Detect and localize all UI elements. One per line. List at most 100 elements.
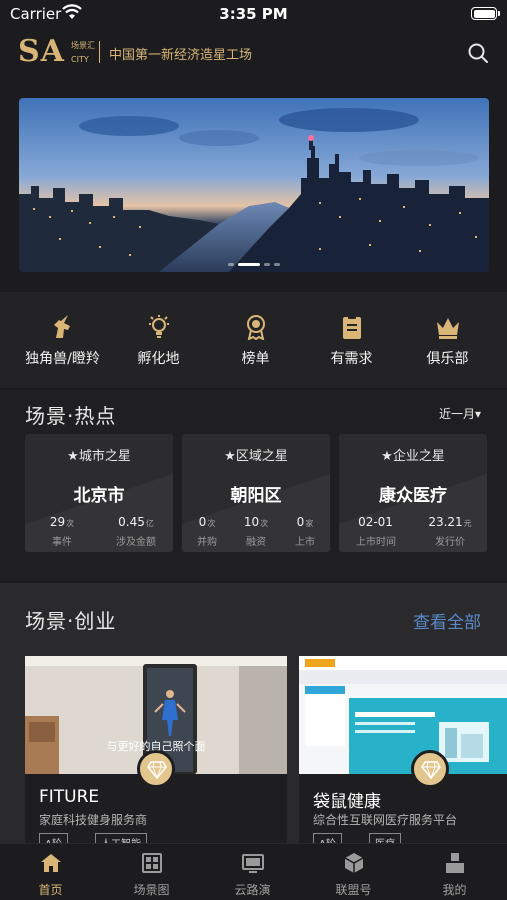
hot-card-city[interactable]: ★城市之星 北京市 29次 事件 0.45亿 涉及金额 [25, 434, 173, 552]
carousel-indicator [19, 263, 489, 266]
tab-profile[interactable]: 我的 [404, 852, 505, 898]
stat-unit: 次 [207, 519, 216, 528]
stat-value: 0.45 [118, 515, 145, 529]
person-icon [445, 853, 464, 873]
card-kicker: ★企业之星 [381, 449, 445, 464]
card-kicker: ★区域之星 [224, 449, 288, 464]
startup-card-daishu[interactable]: 袋鼠健康 综合性互联网医疗服务平台 A轮 医疗 [299, 656, 507, 851]
battery-icon [471, 7, 500, 20]
search-icon[interactable] [467, 42, 489, 64]
stat: 0.45亿 涉及金额 [99, 515, 173, 548]
carousel-dot[interactable] [274, 263, 280, 266]
stat-value: 23.21 [428, 515, 463, 529]
stat-label: 并购 [197, 537, 217, 548]
startup-card-fiture[interactable]: 与更好的自己照个面 FITURE 家庭科技健身服务商 A轮 人工智能 [25, 656, 287, 851]
logo[interactable]: SA [18, 34, 65, 69]
tab-scene-map[interactable]: 场景图 [101, 852, 202, 898]
card-name: 朝阳区 [230, 486, 282, 506]
hot-card-district[interactable]: ★区域之星 朝阳区 0次 并购 10次 融资 0家 上市 [182, 434, 330, 552]
diamond-icon [147, 761, 167, 779]
carousel-dot[interactable] [264, 263, 270, 266]
slogan: 中国第一新经济造星工场 [109, 48, 253, 63]
card-name: 康众医疗 [379, 486, 447, 506]
logo-divider [99, 41, 100, 63]
cube-icon [344, 853, 363, 873]
lightbulb-icon [148, 315, 169, 338]
section-title-hot: 场景·热点 [25, 404, 117, 428]
startup-section: 场景·创业 查看全部 与更好的自己照个面 FITURE 家庭科技健身服务商 袋鼠… [0, 583, 507, 851]
tab-label: 云路演 [234, 883, 271, 897]
stat-value: 02-01 [358, 515, 393, 529]
card-name: 北京市 [73, 486, 125, 506]
stat-label: 融资 [246, 537, 266, 548]
menu-label: 孵化地 [137, 351, 180, 367]
grid-icon [141, 853, 162, 873]
banner-carousel[interactable] [19, 98, 489, 272]
stat-label: 涉及金额 [116, 537, 156, 548]
hot-section: 场景·热点 近一月▾ ★城市之星 北京市 29次 事件 0.45亿 涉及金额 ★… [0, 390, 507, 580]
diamond-icon [421, 761, 441, 779]
startup-desc: 综合性互联网医疗服务平台 [313, 813, 458, 827]
menu-item-ranking[interactable]: 榜单 [205, 314, 306, 368]
crown-icon [436, 318, 459, 339]
menu-item-demand[interactable]: 有需求 [301, 314, 402, 368]
menu-label: 独角兽/瞪羚 [25, 351, 100, 367]
stat-unit: 家 [305, 519, 314, 528]
stat: 0家 上市 [282, 515, 328, 548]
carousel-dot-active[interactable] [238, 263, 260, 266]
diamond-badge [137, 750, 175, 788]
menu-label: 有需求 [330, 351, 373, 367]
stat-label: 发行价 [435, 537, 465, 548]
stat: 02-01 上市时间 [339, 515, 413, 548]
menu-item-incubator[interactable]: 孵化地 [108, 314, 209, 368]
tab-alliance[interactable]: 联盟号 [303, 852, 404, 898]
city-skyline-image [19, 98, 489, 272]
menu-label: 榜单 [241, 351, 270, 367]
startup-name: 袋鼠健康 [313, 792, 381, 812]
stat-value: 0 [198, 515, 207, 529]
unicorn-icon [53, 315, 70, 338]
view-all-link[interactable]: 查看全部 [413, 608, 481, 633]
stat-label: 事件 [52, 537, 72, 548]
carousel-dot[interactable] [228, 263, 234, 266]
startup-name: FITURE [39, 787, 100, 807]
stat-label: 上市 [295, 537, 315, 548]
home-icon [40, 854, 61, 872]
startup-desc: 家庭科技健身服务商 [39, 813, 148, 827]
medal-icon [246, 315, 265, 340]
stat-value: 10 [243, 515, 260, 529]
menu-item-unicorn[interactable]: 独角兽/瞪羚 [12, 314, 113, 368]
tab-label: 我的 [442, 883, 467, 897]
status-bar: Carrier 3:35 PM [0, 0, 507, 28]
menu-label: 俱乐部 [426, 351, 469, 367]
stat-label: 上市时间 [356, 537, 396, 548]
stat-unit: 元 [463, 519, 472, 528]
logo-sub-top: 场景汇 [71, 41, 95, 50]
logo-sub-bottom: CITY [71, 55, 89, 64]
stat-value: 29 [49, 515, 66, 529]
menu-item-club[interactable]: 俱乐部 [397, 314, 498, 368]
diamond-badge [411, 750, 449, 788]
tab-roadshow[interactable]: 云路演 [202, 852, 303, 898]
hot-card-company[interactable]: ★企业之星 康众医疗 02-01 上市时间 23.21元 发行价 [339, 434, 487, 552]
stat-unit: 次 [66, 519, 75, 528]
clock: 3:35 PM [219, 5, 288, 23]
app-header: SA 场景汇 CITY 中国第一新经济造星工场 [0, 28, 507, 90]
stat: 29次 事件 [25, 515, 99, 548]
stat-unit: 次 [260, 519, 269, 528]
stat: 10次 融资 [233, 515, 279, 548]
clipboard-icon [342, 315, 361, 339]
stat-value: 0 [296, 515, 305, 529]
tab-label: 首页 [38, 883, 63, 897]
period-dropdown[interactable]: 近一月▾ [439, 405, 481, 422]
logo-subtitle: 场景汇 CITY [71, 39, 95, 67]
startup-image [299, 656, 507, 774]
screen-icon [241, 854, 264, 873]
tab-home[interactable]: 首页 [0, 852, 101, 898]
tab-label: 联盟号 [335, 883, 372, 897]
tab-label: 场景图 [133, 883, 170, 897]
banner-section [0, 90, 507, 290]
stat: 23.21元 发行价 [413, 515, 487, 548]
tab-bar: 首页 场景图 云路演 联盟号 我的 [0, 843, 507, 900]
card-kicker: ★城市之星 [67, 449, 131, 464]
